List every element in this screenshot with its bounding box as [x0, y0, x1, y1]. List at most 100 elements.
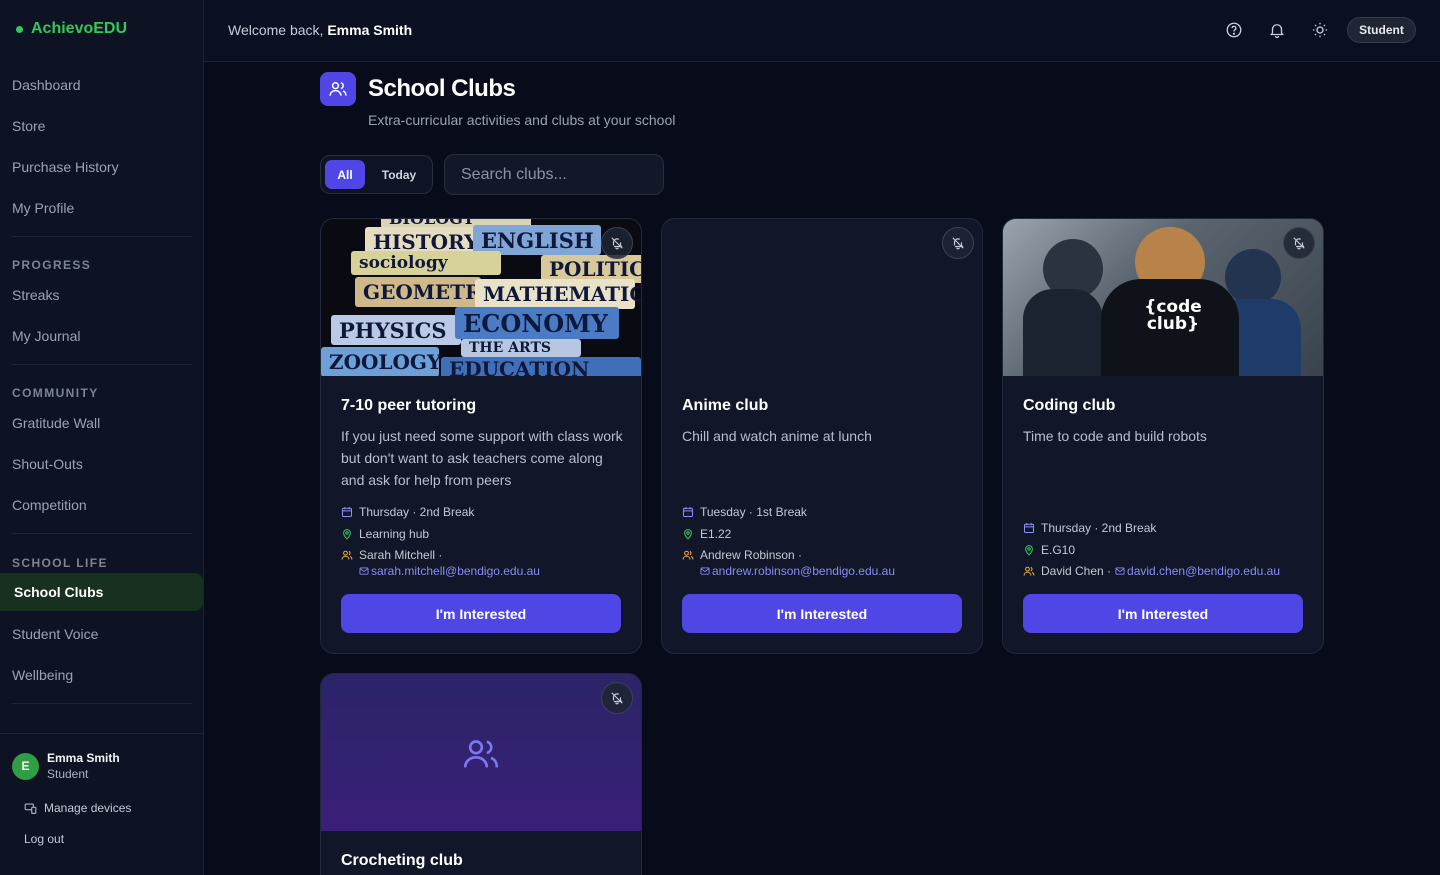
devices-icon	[24, 802, 37, 814]
sidebar-divider	[12, 703, 192, 704]
calendar-icon	[682, 507, 694, 518]
book-spine: EDUCATION	[441, 357, 641, 376]
filter-toggle-group: All Today	[320, 155, 433, 194]
section-label-community: COMMUNITY	[12, 386, 99, 400]
clubs-placeholder-icon	[463, 740, 499, 768]
user-name: Emma Smith	[47, 751, 120, 765]
sidebar-item-dashboard[interactable]: Dashboard	[0, 66, 204, 104]
role-switcher-button[interactable]: Student	[1347, 17, 1416, 43]
club-image-coding: {code club}	[1003, 219, 1323, 376]
book-spine: MATHEMATICS	[475, 279, 641, 309]
contact-email-link[interactable]: andrew.robinson@bendigo.edu.au	[712, 564, 895, 578]
book-spine: PHYSICS	[331, 315, 461, 345]
brand-dot-icon	[16, 25, 23, 33]
contact-name: David Chen ·	[1041, 564, 1112, 578]
sidebar: AchievoEDU Dashboard Store Purchase Hist…	[0, 0, 204, 875]
code-club-logo: {code club}	[1123, 299, 1223, 333]
club-contact: Sarah Mitchell ·	[341, 548, 442, 562]
club-description: Chill and watch anime at lunch	[682, 428, 872, 444]
filter-today-button[interactable]: Today	[371, 160, 427, 189]
person-shape	[1225, 249, 1281, 305]
mail-icon	[1115, 567, 1125, 575]
sidebar-item-shout-outs[interactable]: Shout-Outs	[0, 445, 204, 483]
club-image-books: BIOLOGY HISTORY ENGLISH sociology POLITI…	[321, 219, 641, 376]
club-schedule: Tuesday · 1st Break	[682, 505, 807, 519]
sidebar-item-streaks[interactable]: Streaks	[0, 276, 204, 314]
sidebar-item-wellbeing[interactable]: Wellbeing	[0, 656, 204, 694]
sun-icon[interactable]	[1311, 21, 1329, 39]
club-contact: Andrew Robinson ·	[682, 548, 802, 562]
welcome-message: Welcome back, Emma Smith	[228, 22, 412, 38]
mute-notifications-icon[interactable]	[601, 227, 633, 259]
club-contact: David Chen · david.chen@bendigo.edu.au	[1023, 564, 1280, 578]
book-spine: THE ARTS	[461, 339, 581, 357]
mail-icon	[359, 567, 369, 575]
log-out-link[interactable]: Log out	[24, 832, 64, 846]
club-title: Coding club	[1023, 397, 1116, 414]
clubs-icon	[320, 72, 356, 106]
sidebar-item-my-journal[interactable]: My Journal	[0, 317, 204, 355]
book-spine: sociology	[351, 251, 501, 275]
interested-button[interactable]: I'm Interested	[682, 594, 962, 633]
book-spine: GEOMETRY	[355, 277, 495, 307]
mute-notifications-icon[interactable]	[601, 682, 633, 714]
club-card: {code club} Coding club Time to code and…	[1002, 218, 1324, 654]
club-schedule: Thursday · 2nd Break	[1023, 521, 1156, 535]
location-pin-icon	[1025, 545, 1033, 556]
page-title: School Clubs	[368, 75, 516, 102]
sidebar-item-store[interactable]: Store	[0, 107, 204, 145]
calendar-icon	[341, 507, 353, 518]
contact-email-link[interactable]: sarah.mitchell@bendigo.edu.au	[371, 564, 540, 578]
club-schedule: Thursday · 2nd Break	[341, 505, 474, 519]
location-pin-icon	[343, 529, 351, 540]
logo-text-line: club}	[1146, 314, 1200, 334]
mute-notifications-icon[interactable]	[1283, 227, 1315, 259]
club-email[interactable]: andrew.robinson@bendigo.edu.au	[700, 564, 895, 578]
sidebar-item-competition[interactable]: Competition	[0, 486, 204, 524]
club-card: Anime club Chill and watch anime at lunc…	[661, 218, 983, 654]
section-label-progress: PROGRESS	[12, 258, 92, 272]
club-description: If you just need some support with class…	[341, 428, 623, 488]
sidebar-item-my-profile[interactable]: My Profile	[0, 189, 204, 227]
search-input[interactable]	[444, 154, 664, 195]
section-label-school-life: SCHOOL LIFE	[12, 556, 108, 570]
brand-name: AchievoEDU	[31, 20, 128, 37]
schedule-text: Thursday · 2nd Break	[359, 505, 475, 519]
sidebar-item-purchase-history[interactable]: Purchase History	[0, 148, 204, 186]
welcome-prefix: Welcome back,	[228, 22, 328, 38]
sidebar-divider	[12, 533, 192, 534]
manage-devices-link[interactable]: Manage devices	[24, 801, 131, 815]
contact-email-link[interactable]: david.chen@bendigo.edu.au	[1127, 564, 1280, 578]
bell-icon[interactable]	[1268, 21, 1286, 39]
interested-button[interactable]: I'm Interested	[341, 594, 621, 633]
help-icon[interactable]	[1225, 21, 1243, 39]
location-pin-icon	[684, 529, 692, 540]
topbar: Welcome back, Emma Smith Student	[204, 0, 1440, 62]
manage-devices-label: Manage devices	[44, 801, 132, 815]
club-title: Anime club	[682, 397, 769, 414]
brand-logo[interactable]: AchievoEDU	[16, 20, 127, 38]
club-card: Crocheting club	[320, 673, 642, 875]
page-subtitle: Extra-curricular activities and clubs at…	[368, 112, 676, 128]
people-icon	[1023, 566, 1035, 576]
club-email[interactable]: sarah.mitchell@bendigo.edu.au	[359, 564, 540, 578]
location-text: E.G10	[1041, 543, 1076, 557]
sidebar-item-gratitude-wall[interactable]: Gratitude Wall	[0, 404, 204, 442]
sidebar-divider	[12, 364, 192, 365]
book-spine: ZOOLOGY	[321, 347, 441, 376]
sidebar-item-school-clubs[interactable]: School Clubs	[0, 573, 203, 611]
sidebar-footer-divider	[0, 733, 204, 734]
mute-notifications-icon[interactable]	[942, 227, 974, 259]
club-location: E.G10	[1023, 543, 1075, 557]
mail-icon	[700, 567, 710, 575]
user-profile[interactable]: E Emma Smith Student	[12, 751, 120, 781]
location-text: Learning hub	[359, 527, 430, 541]
filter-all-button[interactable]: All	[325, 160, 365, 189]
club-image-placeholder	[321, 674, 641, 831]
book-spine: ECONOMY	[455, 307, 619, 339]
contact-name: Sarah Mitchell ·	[359, 548, 443, 562]
schedule-text: Thursday · 2nd Break	[1041, 521, 1157, 535]
sidebar-item-student-voice[interactable]: Student Voice	[0, 615, 204, 653]
interested-button[interactable]: I'm Interested	[1023, 594, 1303, 633]
calendar-icon	[1023, 523, 1035, 534]
